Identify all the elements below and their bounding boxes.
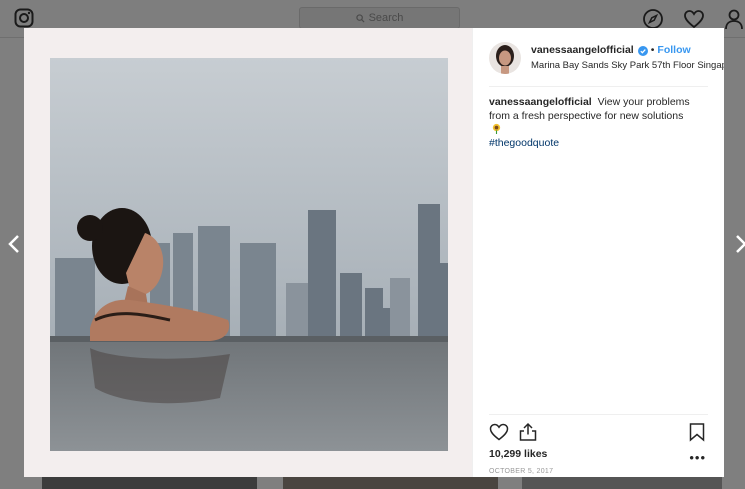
likes-count[interactable]: 10,299 likes [489,448,547,460]
caption-hashtag[interactable]: #thegoodquote [489,137,559,149]
more-options-button[interactable]: ••• [689,450,706,465]
post-modal: vanessaangelofficial • Follow Marina Bay… [24,28,724,477]
profile-icon[interactable] [723,8,745,30]
share-icon[interactable] [518,422,538,442]
verified-icon [637,45,648,56]
post-location[interactable]: Marina Bay Sands Sky Park 57th Floor Sin… [531,60,724,71]
bookmark-icon[interactable] [687,422,707,442]
sunflower-emoji-icon [492,123,501,134]
heart-icon[interactable] [683,8,705,30]
caption-username[interactable]: vanessaangelofficial [489,96,592,108]
post-photo[interactable] [50,58,448,451]
chevron-left-icon[interactable] [5,232,25,256]
search-placeholder: Search [368,12,404,24]
post-caption: vanessaangelofficial View your problems … [489,96,699,150]
post-header: vanessaangelofficial • Follow Marina Bay… [489,41,724,87]
explore-icon[interactable] [642,8,664,30]
search-icon [355,13,365,23]
separator-dot: • [650,44,655,56]
post-media [24,28,472,477]
avatar[interactable] [489,42,521,74]
post-username[interactable]: vanessaangelofficial [531,44,634,57]
actions-divider [489,414,708,415]
instagram-icon[interactable] [14,8,34,28]
follow-button[interactable]: Follow [657,44,690,57]
like-icon[interactable] [489,422,509,442]
post-date[interactable]: OCTOBER 5, 2017 [489,468,553,475]
search-input[interactable]: Search [299,7,460,29]
post-sidebar: vanessaangelofficial • Follow Marina Bay… [472,28,724,477]
chevron-right-icon[interactable] [730,232,745,256]
